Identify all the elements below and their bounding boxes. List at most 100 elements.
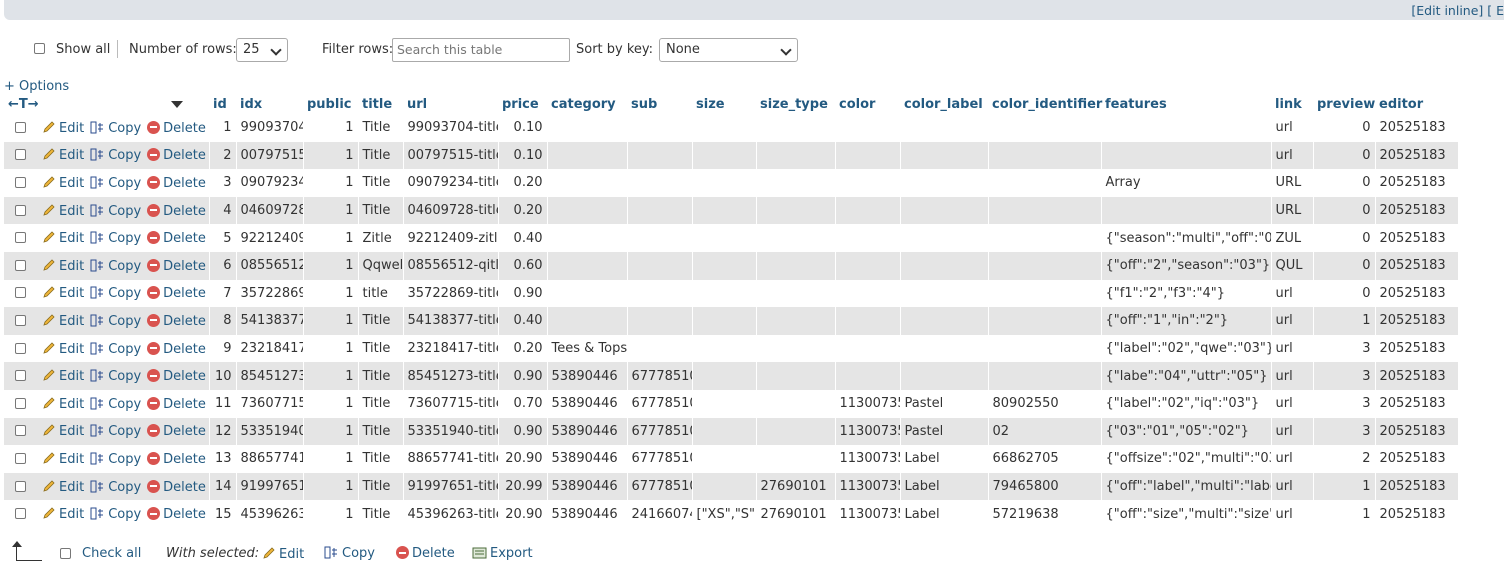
cell-color[interactable]: 11300735 [835,445,901,473]
row-copy-button[interactable]: Copy [90,176,141,191]
cell-title[interactable]: title [358,279,404,308]
cell-features[interactable]: {"f1":"2","f3":"4"} [1101,279,1272,308]
cell-public[interactable]: 1 [303,334,359,363]
cell-preview[interactable]: 1 [1313,500,1376,528]
cell-link[interactable]: url [1271,472,1314,501]
cell-sub[interactable] [627,169,693,197]
cell-features[interactable]: {"off":"2","season":"03"} [1101,251,1272,280]
cell-features[interactable]: {"season":"multi","off":"0-1"} [1101,224,1272,252]
row-checkbox[interactable] [15,204,26,216]
row-delete-button[interactable]: Delete [147,313,206,329]
cell-id[interactable]: 1 [209,114,237,142]
cell-public[interactable]: 1 [303,141,359,170]
cell-color-label[interactable] [900,169,989,197]
cell-sub[interactable] [627,224,693,252]
cell-editor[interactable]: 20525183 [1375,417,1459,446]
cell-category[interactable]: 53890446 [547,472,628,501]
row-delete-button[interactable]: Delete [147,203,206,219]
cell-sub[interactable] [627,141,693,170]
row-checkbox[interactable] [15,121,26,133]
cell-category[interactable]: Tees & Tops [547,334,628,363]
cell-price[interactable]: 20.99 [498,472,548,501]
cell-link[interactable]: url [1271,307,1314,335]
cell-title[interactable]: Title [358,500,404,528]
cell-link[interactable]: url [1271,362,1314,390]
cell-idx[interactable]: 53351940 [236,417,304,446]
cell-color-label[interactable] [900,362,989,390]
column-header-sub[interactable]: sub [627,95,692,114]
cell-price[interactable]: 0.20 [498,196,548,225]
cell-preview[interactable]: 3 [1313,417,1376,446]
row-checkbox[interactable] [15,342,26,354]
cell-id[interactable]: 11 [209,389,237,418]
cell-title[interactable]: Title [358,196,404,225]
cell-editor[interactable]: 20525183 [1375,141,1459,170]
cell-color-identifier[interactable] [988,141,1102,170]
cell-preview[interactable]: 1 [1313,307,1376,335]
rows-select[interactable]: 25 [236,38,288,62]
cell-id[interactable]: 4 [209,196,237,225]
row-checkbox[interactable] [15,149,26,161]
row-edit-button[interactable]: Edit [42,452,84,467]
cell-public[interactable]: 1 [303,307,359,335]
cell-color[interactable] [835,141,901,170]
cell-price[interactable]: 0.90 [498,417,548,446]
cell-editor[interactable]: 20525183 [1375,334,1459,363]
cell-title[interactable]: Title [358,417,404,446]
cell-title[interactable]: Title [358,307,404,335]
cell-color-identifier[interactable]: 02 [988,417,1102,446]
cell-price[interactable]: 0.40 [498,307,548,335]
cell-color-label[interactable]: Label [900,500,989,528]
cell-public[interactable]: 1 [303,445,359,473]
cell-size-type[interactable] [756,251,836,280]
cell-color-label[interactable]: Label [900,472,989,501]
row-copy-button[interactable]: Copy [90,369,141,384]
cell-size[interactable] [692,279,757,308]
cell-color-identifier[interactable] [988,251,1102,280]
options-link[interactable]: + Options [4,79,69,94]
cell-category[interactable]: 53890446 [547,417,628,446]
row-copy-button[interactable]: Copy [90,204,141,219]
cell-features[interactable]: {"03":"01","05":"02"} [1101,417,1272,446]
cell-features[interactable]: {"off":"size","multi":"size"} [1101,500,1272,528]
cell-editor[interactable]: 20525183 [1375,500,1459,528]
cell-features[interactable]: {"off":"1","in":"2"} [1101,307,1272,335]
cell-features[interactable] [1101,196,1272,225]
row-copy-button[interactable]: Copy [90,480,141,495]
cell-size[interactable] [692,307,757,335]
cell-color-identifier[interactable]: 79465800 [988,472,1102,501]
cell-preview[interactable]: 3 [1313,362,1376,390]
cell-public[interactable]: 1 [303,362,359,390]
cell-price[interactable]: 0.20 [498,169,548,197]
cell-color-label[interactable] [900,334,989,363]
row-edit-button[interactable]: Edit [42,121,84,136]
row-checkbox[interactable] [15,259,26,271]
row-checkbox[interactable] [15,176,26,188]
cell-editor[interactable]: 20525183 [1375,224,1459,252]
cell-idx[interactable]: 85451273 [236,362,304,390]
sort-select[interactable]: None [659,38,798,62]
row-delete-button[interactable]: Delete [147,231,206,246]
cell-category[interactable] [547,307,628,335]
cell-color[interactable] [835,279,901,308]
cell-size-type[interactable] [756,169,836,197]
cell-public[interactable]: 1 [303,114,359,142]
cell-title[interactable]: Title [358,141,404,170]
cell-preview[interactable]: 0 [1313,114,1376,142]
column-header-idx[interactable]: idx [236,95,303,114]
cell-public[interactable]: 1 [303,196,359,225]
cell-size[interactable] [692,224,757,252]
cell-size[interactable] [692,169,757,197]
cell-id[interactable]: 12 [209,417,237,446]
cell-features[interactable]: {"label":"02","iq":"03"} [1101,389,1272,418]
cell-color-label[interactable] [900,114,989,142]
cell-color-label[interactable] [900,307,989,335]
column-header-id[interactable]: id [209,95,236,114]
cell-category[interactable]: 53890446 [547,445,628,473]
cell-color[interactable]: 11300735 [835,472,901,501]
row-copy-button[interactable]: Copy [90,121,141,136]
row-checkbox[interactable] [15,314,26,326]
cell-size-type[interactable] [756,445,836,473]
cell-preview[interactable]: 0 [1313,251,1376,280]
cell-price[interactable]: 20.90 [498,500,548,528]
